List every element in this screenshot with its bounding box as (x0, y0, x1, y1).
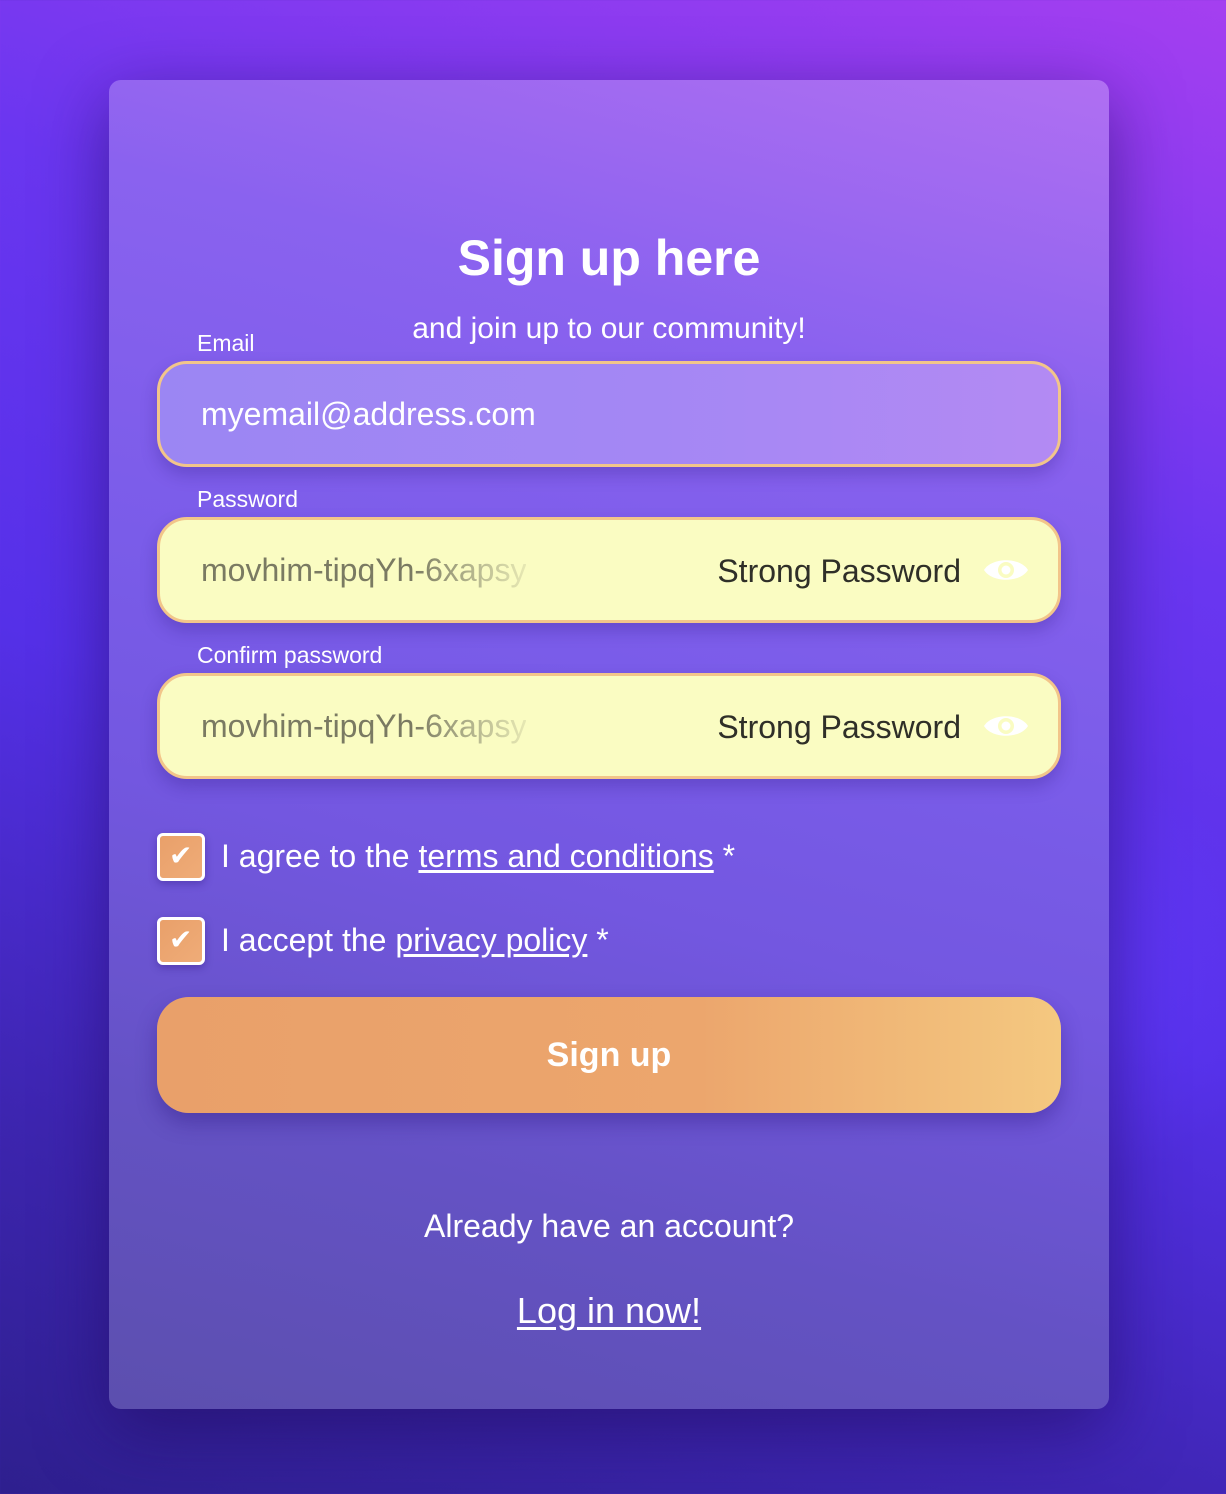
login-link-wrapper: Log in now! (109, 1290, 1109, 1332)
confirm-password-field[interactable]: movhim-tipqYh-6xapsy Strong Password (157, 673, 1061, 779)
signup-card: Sign up here and join up to our communit… (109, 80, 1109, 1409)
terms-link[interactable]: terms and conditions (418, 838, 713, 874)
privacy-text: I accept the privacy policy * (221, 921, 609, 959)
terms-prefix: I agree to the (221, 838, 419, 874)
password-label: Password (197, 486, 298, 512)
password-strength-label: Strong Password (717, 553, 961, 589)
already-have-account-text: Already have an account? (423, 1208, 795, 1244)
password-field[interactable]: movhim-tipqYh-6xapsy Strong Password (157, 517, 1061, 623)
email-label: Email (197, 330, 255, 356)
password-value: movhim-tipqYh-6xapsy (201, 552, 526, 588)
terms-required-mark: * (713, 838, 736, 874)
checkmark-icon: ✔ (169, 923, 193, 956)
eye-icon[interactable] (982, 709, 1030, 743)
privacy-row: ✔ I accept the privacy policy * (157, 917, 1057, 967)
privacy-prefix: I accept the (221, 922, 396, 958)
privacy-checkbox[interactable]: ✔ (157, 917, 205, 965)
login-link[interactable]: Log in now! (517, 1290, 701, 1331)
terms-row: ✔ I agree to the terms and conditions * (157, 833, 1057, 883)
confirm-password-label: Confirm password (197, 642, 383, 668)
terms-checkbox[interactable]: ✔ (157, 833, 205, 881)
signup-button[interactable]: Sign up (157, 997, 1061, 1113)
terms-text: I agree to the terms and conditions * (221, 837, 735, 875)
email-field[interactable]: myemail@address.com (157, 361, 1061, 467)
confirm-password-strength-label: Strong Password (717, 709, 961, 745)
email-value: myemail@address.com (201, 396, 536, 432)
page-subtitle: and join up to our community! (412, 312, 806, 345)
eye-icon[interactable] (982, 553, 1030, 587)
confirm-password-value: movhim-tipqYh-6xapsy (201, 708, 526, 744)
page-title: Sign up here (457, 230, 761, 286)
checkmark-icon: ✔ (169, 839, 193, 872)
privacy-link[interactable]: privacy policy (395, 922, 587, 958)
privacy-required-mark: * (587, 922, 609, 958)
